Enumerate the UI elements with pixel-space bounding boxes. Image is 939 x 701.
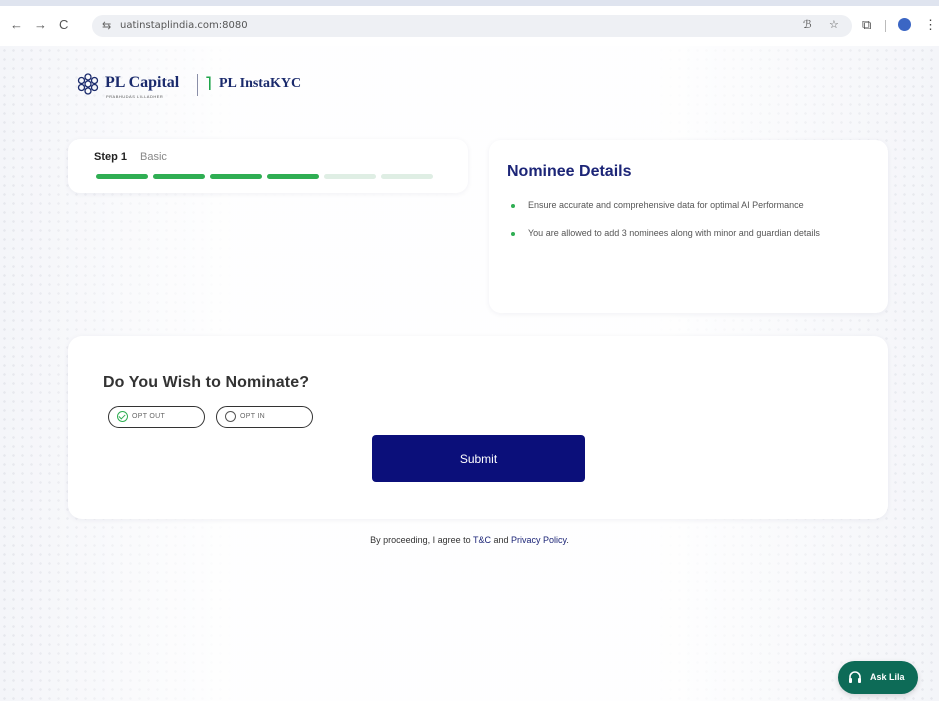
consent-suffix: .	[566, 535, 569, 545]
empty-circle-icon	[225, 411, 236, 422]
instakyc-check-icon: ˥	[205, 74, 212, 94]
progress-segment-pending	[324, 174, 376, 179]
opt-in-option[interactable]: OPT IN	[216, 406, 313, 428]
checked-circle-icon	[117, 411, 128, 422]
step-name: Basic	[140, 151, 167, 163]
bullet-dot-icon	[511, 204, 515, 208]
back-icon[interactable]: ←	[10, 18, 23, 32]
nomination-form-card: Do You Wish to Nominate? OPT OUT OPT IN …	[68, 336, 888, 519]
info-point-text: You are allowed to add 3 nominees along …	[528, 228, 820, 238]
submit-button[interactable]: Submit	[372, 435, 585, 482]
info-title: Nominee Details	[507, 163, 632, 180]
nomination-question: Do You Wish to Nominate?	[103, 374, 310, 391]
bullet-dot-icon	[511, 232, 515, 236]
progress-segment-complete	[96, 174, 148, 179]
opt-out-label: OPT OUT	[132, 413, 166, 420]
url-text[interactable]: uatinstaplindia.com:8080	[120, 20, 248, 31]
bookmark-star-icon[interactable]: ☆	[829, 18, 839, 31]
pl-capital-logo-text: PL Capital	[105, 74, 180, 91]
address-bar[interactable]: ⇆ uatinstaplindia.com:8080 ℬ ☆	[92, 15, 852, 37]
browser-tab-strip	[0, 0, 939, 6]
progress-segment-pending	[381, 174, 433, 179]
pl-capital-tagline: PRABHUDAS LILLADHER	[106, 94, 164, 99]
site-settings-icon[interactable]: ⇆	[102, 19, 111, 32]
headset-icon	[849, 671, 861, 683]
progress-segment-complete	[267, 174, 319, 179]
ask-lila-button[interactable]: Ask Lila	[838, 661, 918, 694]
logo-divider	[197, 74, 198, 96]
info-point: You are allowed to add 3 nominees along …	[511, 226, 841, 241]
info-point: Ensure accurate and comprehensive data f…	[511, 198, 841, 213]
nominee-info-card: Nominee Details Ensure accurate and comp…	[489, 140, 888, 313]
step-progress-card: Step 1 Basic	[68, 139, 468, 193]
translate-icon[interactable]: ℬ	[803, 18, 812, 31]
progress-segment-complete	[210, 174, 262, 179]
forward-icon[interactable]: →	[34, 18, 47, 32]
browser-menu-icon[interactable]: ⋮	[924, 17, 937, 33]
opt-in-label: OPT IN	[240, 413, 266, 420]
opt-out-option[interactable]: OPT OUT	[108, 406, 205, 428]
toolbar-divider	[885, 20, 886, 32]
browser-toolbar: ← → C ⇆ uatinstaplindia.com:8080 ℬ ☆ ⧉ ⋮	[0, 0, 939, 47]
info-point-text: Ensure accurate and comprehensive data f…	[528, 200, 804, 210]
instakyc-logo-text: PL InstaKYC	[219, 76, 302, 91]
progress-bar	[96, 174, 436, 179]
profile-avatar-icon[interactable]	[898, 18, 911, 31]
consent-prefix: By proceeding, I agree to	[370, 535, 473, 545]
info-list: Ensure accurate and comprehensive data f…	[511, 198, 841, 254]
consent-text: By proceeding, I agree to T&C and Privac…	[0, 535, 939, 545]
extensions-icon[interactable]: ⧉	[862, 17, 871, 33]
privacy-policy-link[interactable]: Privacy Policy	[511, 535, 566, 545]
tnc-link[interactable]: T&C	[473, 535, 491, 545]
pl-capital-logo-icon	[77, 73, 99, 95]
step-number: Step 1	[94, 151, 128, 163]
progress-segment-complete	[153, 174, 205, 179]
consent-and: and	[491, 535, 512, 545]
ask-lila-label: Ask Lila	[870, 672, 905, 682]
reload-icon[interactable]: C	[59, 18, 68, 32]
